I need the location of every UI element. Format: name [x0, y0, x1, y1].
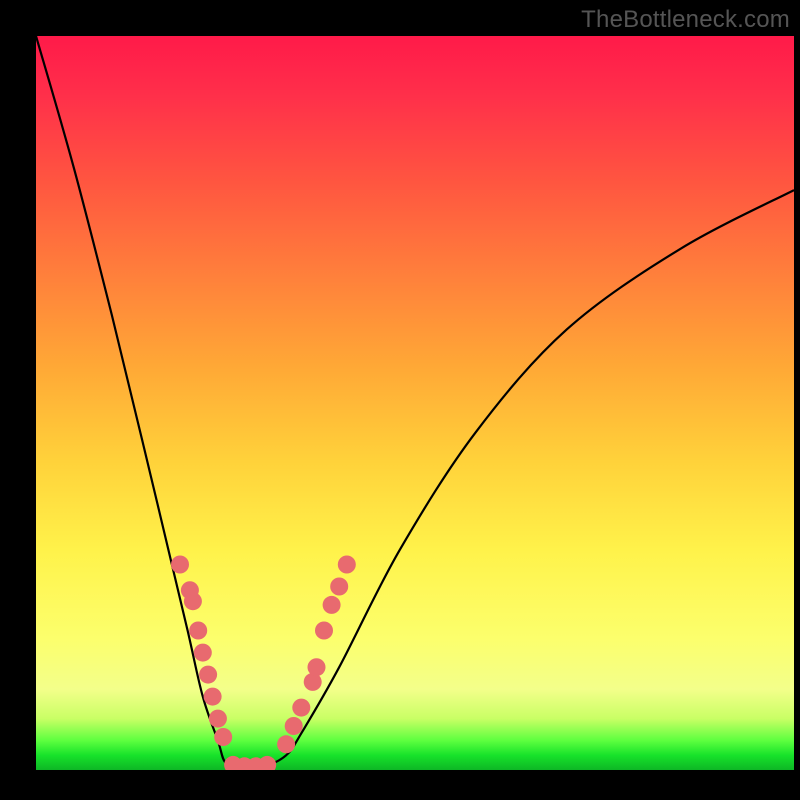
curve-marker [277, 735, 295, 753]
curve-marker [315, 622, 333, 640]
curve-marker [189, 622, 207, 640]
curve-marker [209, 710, 227, 728]
curve-point-markers [171, 556, 356, 771]
curve-marker [204, 688, 222, 706]
curve-marker [292, 699, 310, 717]
curve-marker [194, 644, 212, 662]
curve-marker [184, 592, 202, 610]
curve-marker [323, 596, 341, 614]
curve-marker [258, 756, 276, 770]
bottleneck-curve [36, 36, 794, 767]
curve-marker [199, 666, 217, 684]
curve-marker [330, 578, 348, 596]
plot-area [36, 36, 794, 770]
curve-marker [308, 658, 326, 676]
curve-marker [338, 556, 356, 574]
chart-frame: TheBottleneck.com [0, 0, 800, 800]
watermark-text: TheBottleneck.com [581, 6, 790, 34]
curve-marker [171, 556, 189, 574]
chart-svg [36, 36, 794, 770]
curve-marker [214, 728, 232, 746]
curve-marker [285, 717, 303, 735]
